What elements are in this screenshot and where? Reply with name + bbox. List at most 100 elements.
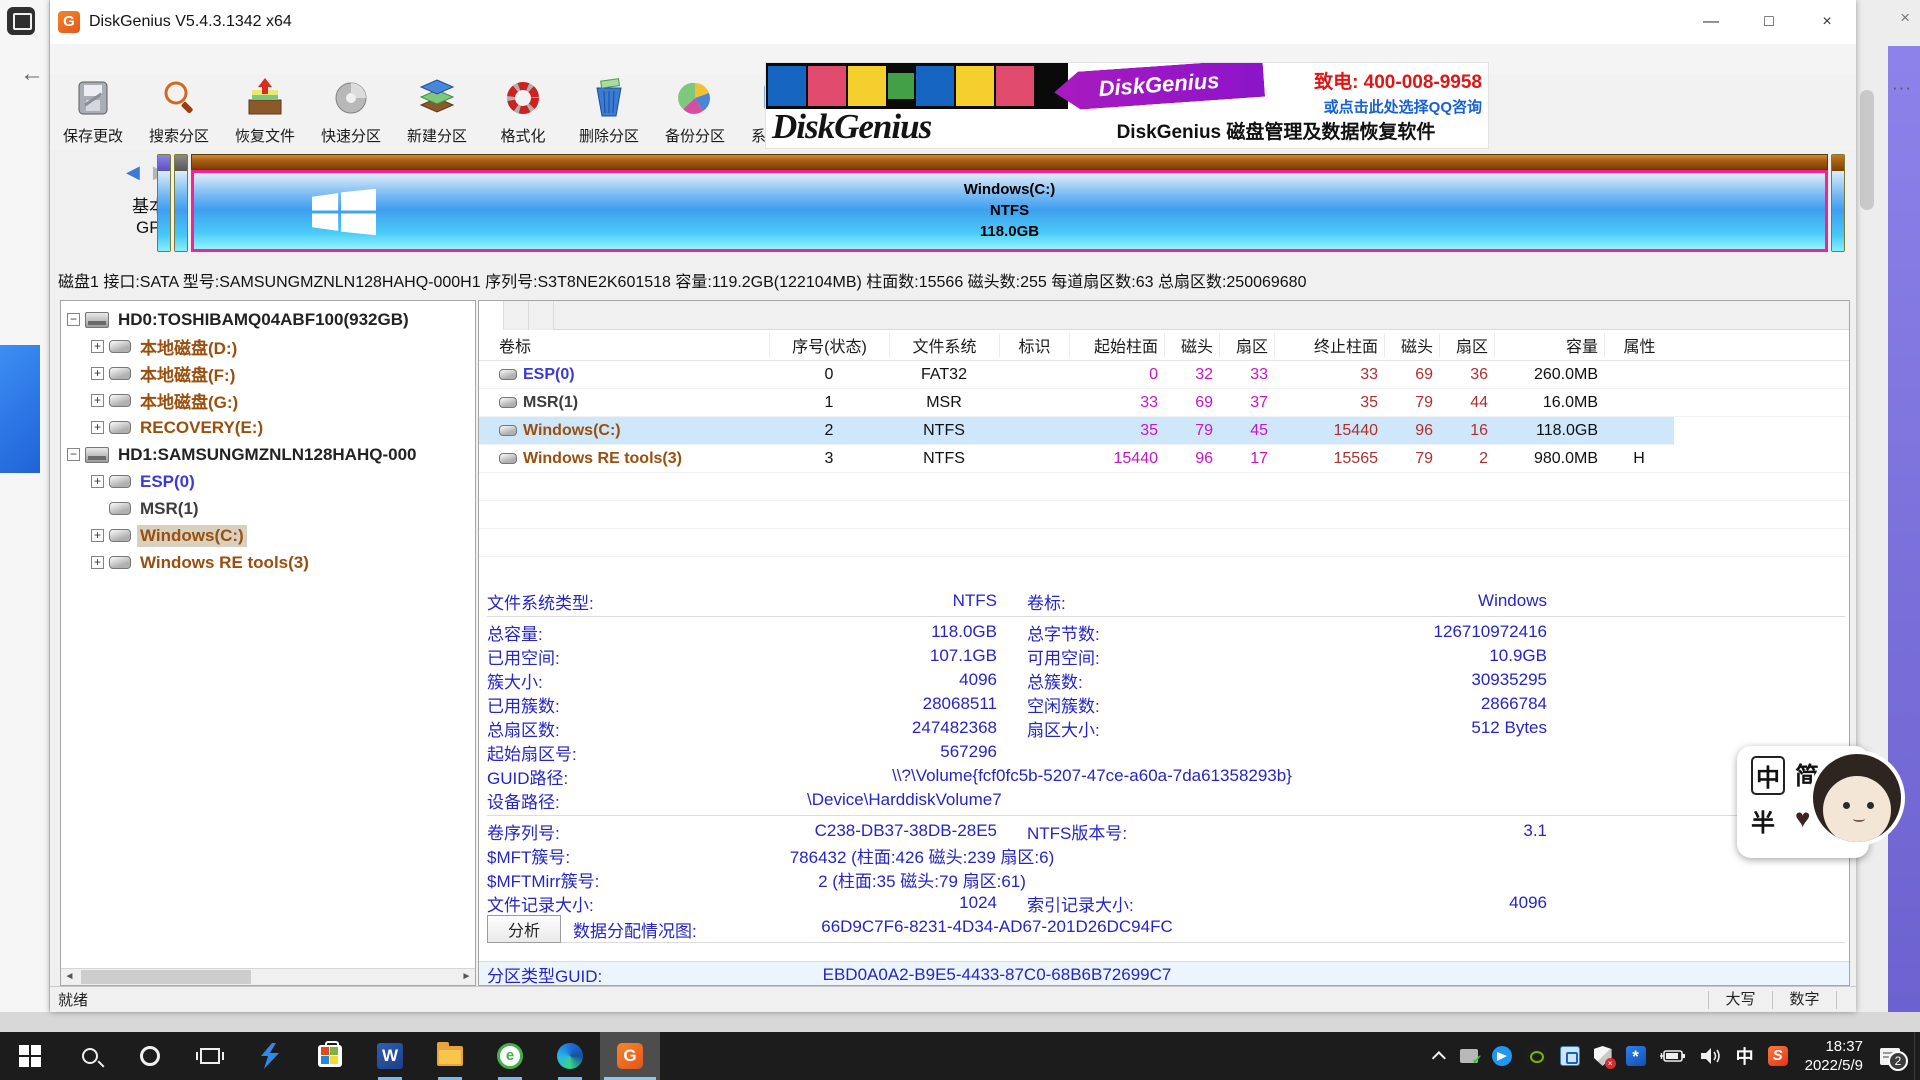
taskbar-search-button[interactable] [60, 1032, 120, 1080]
delete-partition-button[interactable]: 删除分区 [566, 74, 652, 148]
partition-icon [499, 397, 517, 408]
partition-row[interactable]: Windows(C:) 2 NTFS 35 79 45 15440 96 16 … [479, 417, 1674, 445]
desktop-strip [0, 1012, 1920, 1032]
recover-files-button[interactable]: 恢复文件 [222, 74, 308, 148]
ad-tile [996, 66, 1034, 106]
save-changes-button[interactable]: 保存更改 [50, 74, 136, 148]
expander-icon[interactable]: + [91, 529, 104, 542]
expander-icon[interactable]: + [91, 367, 104, 380]
task-view-button[interactable] [180, 1032, 240, 1080]
format-button[interactable]: 格式化 [480, 74, 566, 148]
tree-item[interactable]: + Windows(C:) [61, 522, 475, 549]
tray-expand-button[interactable] [1436, 1051, 1446, 1061]
green-browser-button[interactable]: e [480, 1032, 540, 1080]
cortana-icon [140, 1046, 160, 1066]
msr-partition-block[interactable] [174, 154, 188, 252]
start-button[interactable] [0, 1032, 60, 1080]
word-button[interactable]: W [360, 1032, 420, 1080]
search-partition-button[interactable]: 搜索分区 [136, 74, 222, 148]
partition-row[interactable]: MSR(1) 1 MSR 33 69 37 35 79 44 16.0MB [479, 389, 1849, 417]
ad-qq-link[interactable]: 或点击此处选择QQ咨询 [1314, 96, 1482, 117]
microsoft-store-button[interactable] [300, 1032, 360, 1080]
ime-mode-chinese[interactable]: 中 [1751, 756, 1785, 795]
close-button[interactable]: × [1798, 0, 1856, 44]
tree-item[interactable]: MSR(1) [61, 495, 475, 522]
maximize-button[interactable]: □ [1740, 0, 1798, 44]
detail-row: 总扇区数:247482368 扇区大小:512 Bytes [487, 716, 1845, 740]
partition-row[interactable]: Windows RE tools(3) 3 NTFS 15440 96 17 1… [479, 445, 1849, 473]
tree-horizontal-scrollbar[interactable]: ◄ ► [61, 968, 475, 985]
tray-intel-graphics[interactable] [1560, 1046, 1580, 1066]
scroll-right-icon[interactable]: ► [458, 969, 475, 985]
new-partition-icon [415, 78, 459, 123]
notification-count-badge: 2 [1888, 1051, 1908, 1071]
tab[interactable] [504, 301, 529, 330]
allocation-chart-label: 数据分配情况图: [573, 917, 697, 942]
partition-icon [499, 453, 517, 464]
diskgenius-window: G DiskGenius V5.4.3.1342 x64 — □ × 保存更改 … [50, 0, 1856, 1012]
num-indicator: 数字 [1772, 991, 1836, 1009]
expander-icon[interactable]: + [91, 556, 104, 569]
flash-app-button[interactable] [240, 1032, 300, 1080]
tray-printer[interactable] [1460, 1049, 1478, 1063]
expander-icon[interactable]: − [67, 313, 80, 326]
tray-defender[interactable]: × [1594, 1046, 1612, 1066]
scrollbar-thumb[interactable] [81, 970, 251, 984]
partition-row[interactable]: ESP(0) 0 FAT32 0 32 33 33 69 36 260.0MB [479, 361, 1849, 389]
tray-ime-indicator[interactable]: 中 [1736, 1043, 1754, 1069]
delete-partition-icon [587, 78, 631, 123]
diskgenius-taskbar-button[interactable]: G [600, 1032, 660, 1080]
prev-disk-icon[interactable]: ◀ [126, 162, 144, 182]
file-explorer-button[interactable] [420, 1032, 480, 1080]
tree-item[interactable]: + ESP(0) [61, 468, 475, 495]
cortana-button[interactable] [120, 1032, 180, 1080]
sogou-ime-panel[interactable]: 中 简 半 ♥ [1737, 746, 1869, 858]
tab[interactable] [529, 301, 554, 330]
analyze-button[interactable]: 分析 [487, 915, 561, 943]
expander-icon[interactable] [91, 502, 104, 515]
show-desktop-button[interactable] [1914, 1032, 1920, 1080]
nvidia-icon [1526, 1046, 1546, 1066]
minimize-button[interactable]: — [1682, 0, 1740, 44]
expander-icon[interactable]: + [91, 475, 104, 488]
taskbar-clock[interactable]: 18:37 2022/5/9 [1805, 1037, 1863, 1075]
tray-sogou[interactable]: S [1768, 1046, 1788, 1066]
format-icon [501, 78, 545, 123]
tree-item[interactable]: − HD0:TOSHIBAMQ04ABF100(932GB) [61, 306, 475, 333]
edge-button[interactable] [540, 1032, 600, 1080]
expander-icon[interactable]: + [91, 394, 104, 407]
esp-partition-block[interactable] [157, 154, 171, 252]
quick-partition-button[interactable]: 快速分区 [308, 74, 394, 148]
background-window-left: ← [0, 0, 50, 1012]
tree-item[interactable]: + RECOVERY(E:) [61, 414, 475, 441]
tray-battery[interactable] [1660, 1048, 1686, 1064]
tree-item[interactable]: + 本地磁盘(F:) [61, 360, 475, 387]
tray-messenger[interactable] [1492, 1046, 1512, 1066]
scroll-left-icon[interactable]: ◄ [61, 969, 78, 985]
recover-files-icon [243, 78, 287, 123]
tray-freeze-tool[interactable]: * [1626, 1046, 1646, 1066]
ad-banner[interactable]: DiskGenius DiskGenius 致电: 400-008-9958 或… [765, 62, 1489, 149]
tree-item[interactable]: + 本地磁盘(D:) [61, 333, 475, 360]
status-end-cell [1836, 991, 1856, 1009]
back-arrow-icon[interactable]: ← [20, 60, 44, 88]
diskgenius-logo-icon: G [58, 11, 80, 33]
tree-item[interactable]: − HD1:SAMSUNGMZNLN128HAHQ-000 [61, 441, 475, 468]
tab[interactable] [479, 301, 504, 330]
tray-nvidia[interactable] [1526, 1046, 1546, 1066]
tree-item[interactable]: + Windows RE tools(3) [61, 549, 475, 576]
tree-item[interactable]: + 本地磁盘(G:) [61, 387, 475, 414]
expander-icon[interactable]: + [91, 421, 104, 434]
backup-partition-button[interactable]: 备份分区 [652, 74, 738, 148]
more-icon: ··· [1892, 78, 1912, 98]
notification-center-button[interactable]: 2 [1880, 1048, 1900, 1065]
desktop-wallpaper-strip [1888, 46, 1920, 1012]
new-partition-button[interactable]: 新建分区 [394, 74, 480, 148]
tray-volume[interactable] [1700, 1047, 1722, 1065]
expander-icon[interactable]: + [91, 340, 104, 353]
recovery-partition-block[interactable] [1831, 154, 1845, 252]
windows-c-partition-block[interactable]: Windows(C:) NTFS 118.0GB [191, 170, 1828, 252]
ime-mode-halfwidth[interactable]: 半 [1751, 803, 1795, 838]
empty-row [479, 473, 1849, 501]
expander-icon[interactable]: − [67, 448, 80, 461]
